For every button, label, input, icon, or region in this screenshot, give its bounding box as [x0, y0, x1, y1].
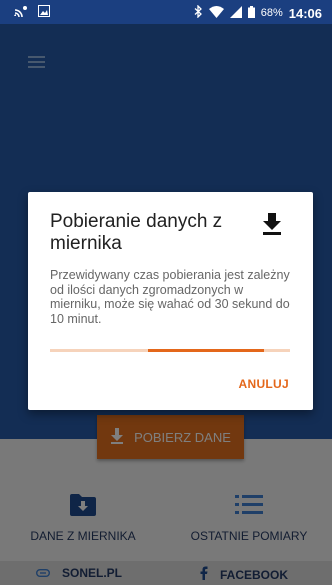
battery-icon — [247, 5, 255, 21]
signal-icon — [229, 5, 242, 21]
wifi-icon — [208, 5, 224, 21]
battery-percent: 68% — [260, 7, 283, 19]
status-bar: 68% 14:06 — [0, 0, 332, 24]
progress-bar — [50, 349, 290, 352]
download-icon — [260, 211, 284, 235]
dialog-title: Pobieranie danych z miernika — [50, 211, 223, 254]
dialog-message: Przewidywany czas pobierania jest zależn… — [50, 268, 290, 326]
cancel-button[interactable]: ANULUJ — [239, 377, 289, 391]
clock: 14:06 — [288, 5, 322, 21]
image-icon — [38, 5, 50, 20]
download-dialog: Pobieranie danych z miernika Przewidywan… — [28, 192, 313, 410]
progress-indicator — [148, 349, 264, 352]
bluetooth-icon — [194, 4, 203, 21]
cast-icon — [14, 5, 28, 20]
